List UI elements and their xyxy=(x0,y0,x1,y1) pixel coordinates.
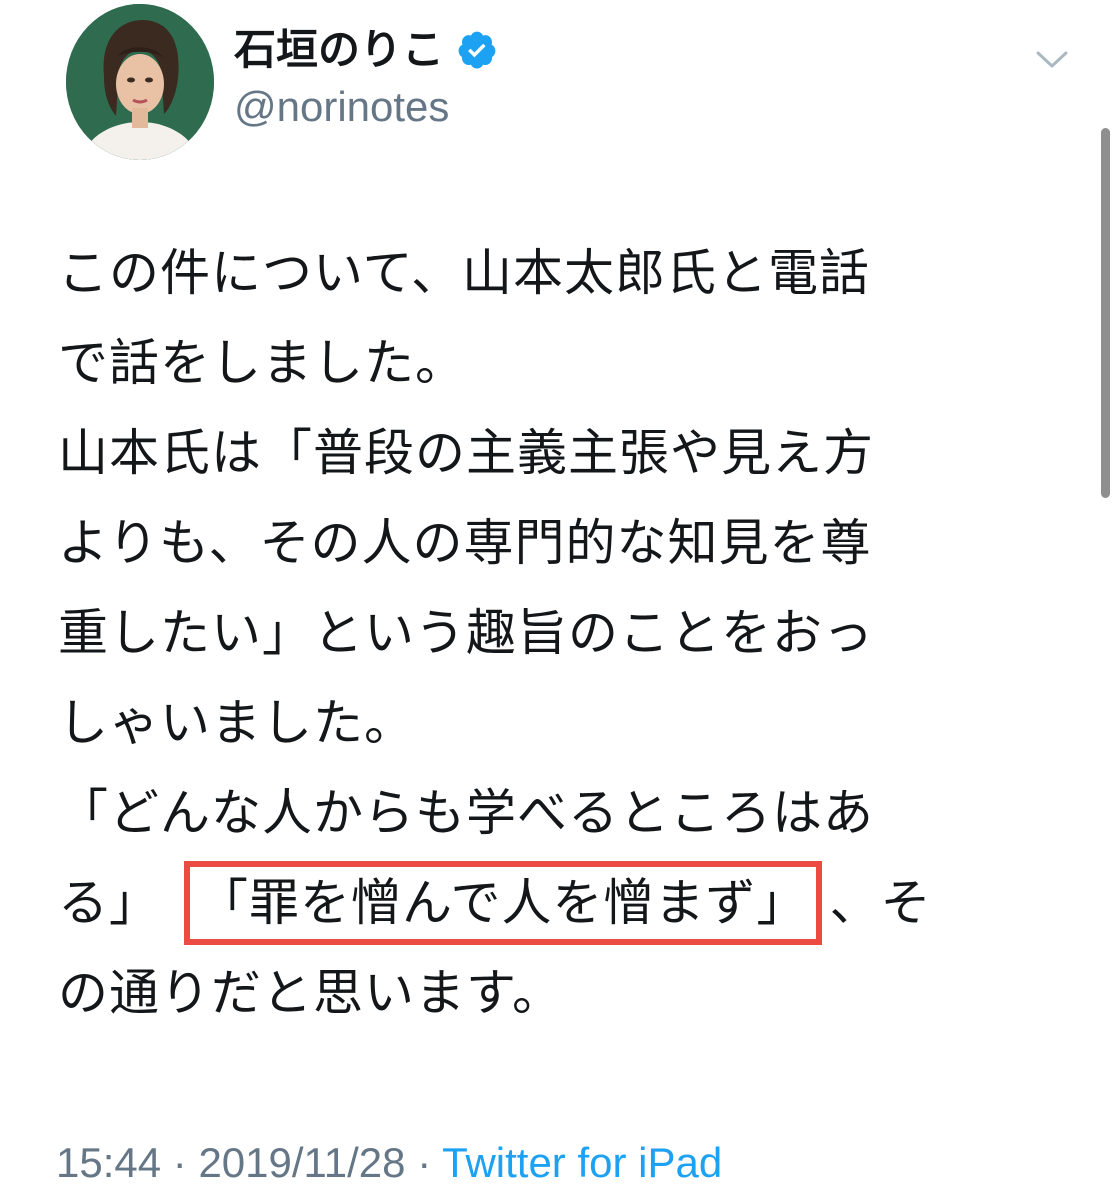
verified-badge-icon xyxy=(456,29,498,71)
tweet-line: で話をしました。 xyxy=(58,334,466,392)
tweet-line: の通りだと思います。 xyxy=(58,964,563,1022)
tweet-line: よりも、その人の専門的な知見を尊 xyxy=(58,514,872,572)
tweet-text: この件について、山本太郎氏と電話 で話をしました。 山本氏は「普段の主義主張や見… xyxy=(58,228,1038,1038)
tweet-line: 「どんな人からも学べるところはあ xyxy=(58,784,874,842)
tweet-time[interactable]: 15:44 xyxy=(56,1139,161,1186)
scrollbar[interactable] xyxy=(1101,128,1110,498)
tweet-line: 重したい」という趣旨のことをおっ xyxy=(58,604,874,662)
display-name[interactable]: 石垣のりこ xyxy=(234,22,444,78)
tweet-source-link[interactable]: Twitter for iPad xyxy=(442,1139,722,1186)
chevron-down-icon[interactable] xyxy=(1032,44,1072,74)
user-handle[interactable]: @norinotes xyxy=(234,80,449,134)
tweet-date[interactable]: 2019/11/28 xyxy=(198,1139,405,1186)
meta-separator: · xyxy=(161,1139,199,1186)
highlight-box: 「罪を憎んで人を憎まず」 xyxy=(184,860,822,945)
tweet-line: しゃいました。 xyxy=(58,694,415,752)
meta-separator: · xyxy=(405,1139,443,1186)
avatar[interactable] xyxy=(66,4,214,160)
tweet-meta: 15:44 · 2019/11/28 · Twitter for iPad xyxy=(56,1136,722,1190)
user-header: 石垣のりこ xyxy=(234,22,498,78)
avatar-photo xyxy=(66,4,214,160)
tweet-text-before-highlight: る」 xyxy=(58,874,160,932)
tweet-text-after-highlight: 、そ xyxy=(829,874,932,932)
tweet-line: 山本氏は「普段の主義主張や見え方 xyxy=(58,424,874,482)
tweet-line-highlighted: る」 「罪を憎んで人を憎まず」 、そ xyxy=(58,858,1038,948)
tweet-line: この件について、山本太郎氏と電話 xyxy=(58,244,870,302)
